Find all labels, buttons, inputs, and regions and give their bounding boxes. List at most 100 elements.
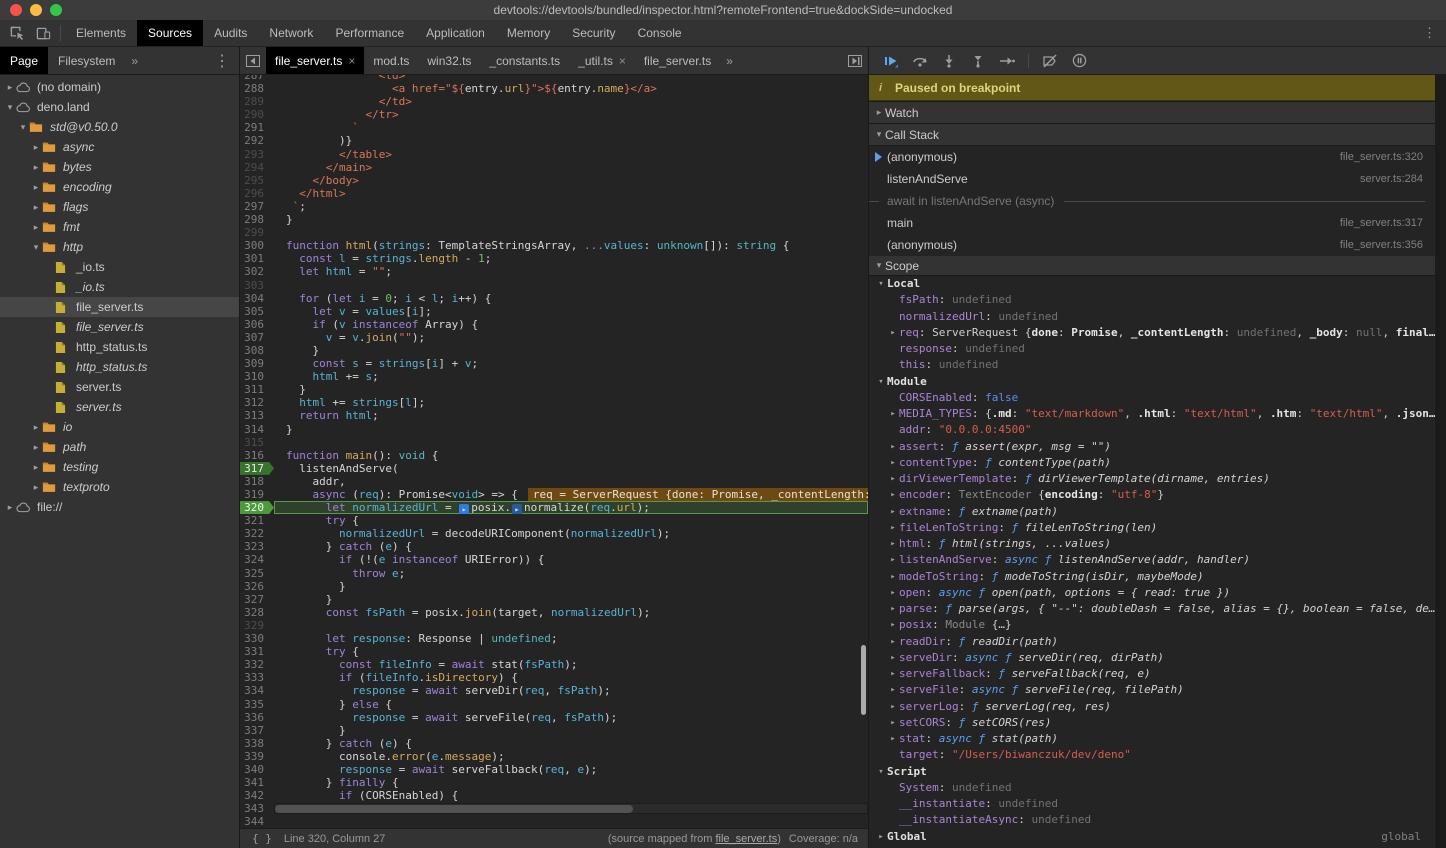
line-number[interactable]: 313 [240, 409, 274, 422]
code-line-content[interactable]: </table> [274, 148, 868, 161]
code-line-content[interactable] [274, 436, 868, 449]
tab-audits[interactable]: Audits [203, 20, 258, 46]
code-line-content[interactable] [274, 619, 868, 632]
horizontal-scrollbar[interactable] [274, 803, 868, 814]
editor-tab-file_server-ts[interactable]: file_server.ts× [266, 47, 364, 74]
code-line-content[interactable]: const l = strings.length - 1; [274, 252, 868, 265]
line-number[interactable]: 337 [240, 724, 274, 737]
scope-section-header[interactable]: ▾ Scope [869, 256, 1435, 276]
show-debugger-panel-icon[interactable] [842, 47, 868, 74]
code-line-content[interactable]: v = v.join(""); [274, 331, 868, 344]
line-number[interactable]: 314 [240, 423, 274, 436]
code-line-content[interactable]: if (fileInfo.isDirectory) { [274, 671, 868, 684]
scope-property-row[interactable]: ▸encoder: TextEncoder {encoding: "utf-8"… [869, 487, 1435, 503]
code-line-content[interactable]: ` [274, 121, 868, 134]
more-editor-tabs-chevron-icon[interactable]: » [720, 47, 739, 74]
line-number[interactable]: 338 [240, 737, 274, 750]
line-number[interactable]: 310 [240, 370, 274, 383]
scope-section-row[interactable]: ▾Script [869, 764, 1435, 780]
line-number[interactable]: 312 [240, 396, 274, 409]
code-line-content[interactable]: function main(): void { [274, 449, 868, 462]
deactivate-breakpoints-icon[interactable] [1038, 50, 1062, 72]
code-line-content[interactable]: </html> [274, 187, 868, 200]
line-number[interactable]: 300 [240, 239, 274, 252]
tree-item-nodomain[interactable]: ▸(no domain) [0, 77, 239, 97]
scope-property-row[interactable]: ▸dirViewerTemplate: ƒ dirViewerTemplate(… [869, 471, 1435, 487]
line-number[interactable]: 294 [240, 161, 274, 174]
line-number[interactable]: 304 [240, 292, 274, 305]
step-icon[interactable] [995, 50, 1019, 72]
horizontal-scrollbar-thumb[interactable] [275, 805, 633, 813]
code-line-content[interactable]: try { [274, 514, 868, 527]
scope-section-row[interactable]: ▾Module [869, 374, 1435, 390]
scope-property-row[interactable]: ▸extname: ƒ extname(path) [869, 504, 1435, 520]
tree-item-io[interactable]: ▸io [0, 417, 239, 437]
code-line-content[interactable]: if (v instanceof Array) { [274, 318, 868, 331]
line-number[interactable]: 308 [240, 344, 274, 357]
tree-item-file_server.ts[interactable]: file_server.ts [0, 317, 239, 337]
line-number[interactable]: 344 [240, 815, 274, 828]
line-number[interactable]: 289 [240, 95, 274, 108]
editor-tab-mod-ts[interactable]: mod.ts [364, 47, 418, 74]
line-number[interactable]: 339 [240, 750, 274, 763]
line-number[interactable]: 322 [240, 527, 274, 540]
line-number[interactable]: 291 [240, 121, 274, 134]
tree-item-file[interactable]: ▸file:// [0, 497, 239, 517]
tree-item-file_server.ts[interactable]: file_server.ts [0, 297, 239, 317]
code-line-content[interactable]: } [274, 423, 868, 436]
watch-section-header[interactable]: ▸ Watch [869, 101, 1435, 124]
line-number[interactable]: 342 [240, 789, 274, 802]
code-line-content[interactable]: } [274, 724, 868, 737]
tree-item-server.ts[interactable]: server.ts [0, 377, 239, 397]
code-line-content[interactable]: for (let i = 0; i < l; i++) { [274, 292, 868, 305]
line-number[interactable]: 296 [240, 187, 274, 200]
code-line-content[interactable]: html += s; [274, 370, 868, 383]
code-line-content[interactable]: let html = ""; [274, 265, 868, 278]
line-number[interactable]: 333 [240, 671, 274, 684]
code-line-content[interactable]: } [274, 344, 868, 357]
line-number[interactable]: 327 [240, 593, 274, 606]
line-number[interactable]: 295 [240, 174, 274, 187]
tree-item-_io.ts[interactable]: _io.ts [0, 257, 239, 277]
sidebar-tab-page[interactable]: Page [0, 47, 48, 74]
tab-elements[interactable]: Elements [65, 20, 137, 46]
line-number[interactable]: 331 [240, 645, 274, 658]
editor-tab-win32-ts[interactable]: win32.ts [418, 47, 480, 74]
code-editor[interactable]: 287 <td>288 <a href="${entry.url}">${ent… [240, 75, 868, 828]
hide-navigator-icon[interactable] [240, 47, 266, 74]
line-number[interactable]: 318 [240, 475, 274, 488]
code-line-content[interactable]: try { [274, 645, 868, 658]
tree-item-bytes[interactable]: ▸bytes [0, 157, 239, 177]
tab-sources[interactable]: Sources [137, 20, 203, 46]
line-number[interactable]: 332 [240, 658, 274, 671]
callstack-frame[interactable]: mainfile_server.ts:317 [869, 212, 1435, 234]
scope-property-row[interactable]: ▸stat: async ƒ stat(path) [869, 731, 1435, 747]
scope-property-row[interactable]: ▸parse: ƒ parse(args, { "--": doubleDash… [869, 601, 1435, 617]
inline-breakpoint-marker[interactable]: ▸ [512, 504, 522, 514]
line-number[interactable]: 341 [240, 776, 274, 789]
scope-property-row[interactable]: ▸MEDIA_TYPES: {.md: "text/markdown", .ht… [869, 406, 1435, 422]
code-line-content[interactable]: </tr> [274, 108, 868, 121]
tab-application[interactable]: Application [415, 20, 496, 46]
tree-item-server.ts[interactable]: server.ts [0, 397, 239, 417]
code-line-content[interactable]: `; [274, 200, 868, 213]
line-number[interactable]: 329 [240, 619, 274, 632]
code-line-content[interactable] [274, 815, 868, 828]
callstack-frame[interactable]: (anonymous)file_server.ts:356 [869, 234, 1435, 256]
code-line-content[interactable]: const s = strings[i] + v; [274, 357, 868, 370]
code-line-content[interactable]: <td> [274, 75, 868, 82]
code-line-content[interactable]: let v = values[i]; [274, 305, 868, 318]
scope-property-row[interactable]: ▸contentType: ƒ contentType(path) [869, 455, 1435, 471]
line-number[interactable]: 334 [240, 684, 274, 697]
callstack-frame[interactable]: listenAndServeserver.ts:284 [869, 168, 1435, 190]
line-number[interactable]: 306 [240, 318, 274, 331]
line-number[interactable]: 293 [240, 148, 274, 161]
code-line-content[interactable]: const fsPath = posix.join(target, normal… [274, 606, 868, 619]
source-map-link[interactable]: file_server.ts [715, 833, 777, 845]
line-number[interactable]: 316 [240, 449, 274, 462]
scope-property-row[interactable]: ▸open: async ƒ open(path, options = { re… [869, 585, 1435, 601]
code-line-content[interactable]: </main> [274, 161, 868, 174]
scope-property-row[interactable]: ▸serveFile: async ƒ serveFile(req, fileP… [869, 682, 1435, 698]
code-line-content[interactable]: } catch (e) { [274, 540, 868, 553]
tree-item-testing[interactable]: ▸testing [0, 457, 239, 477]
